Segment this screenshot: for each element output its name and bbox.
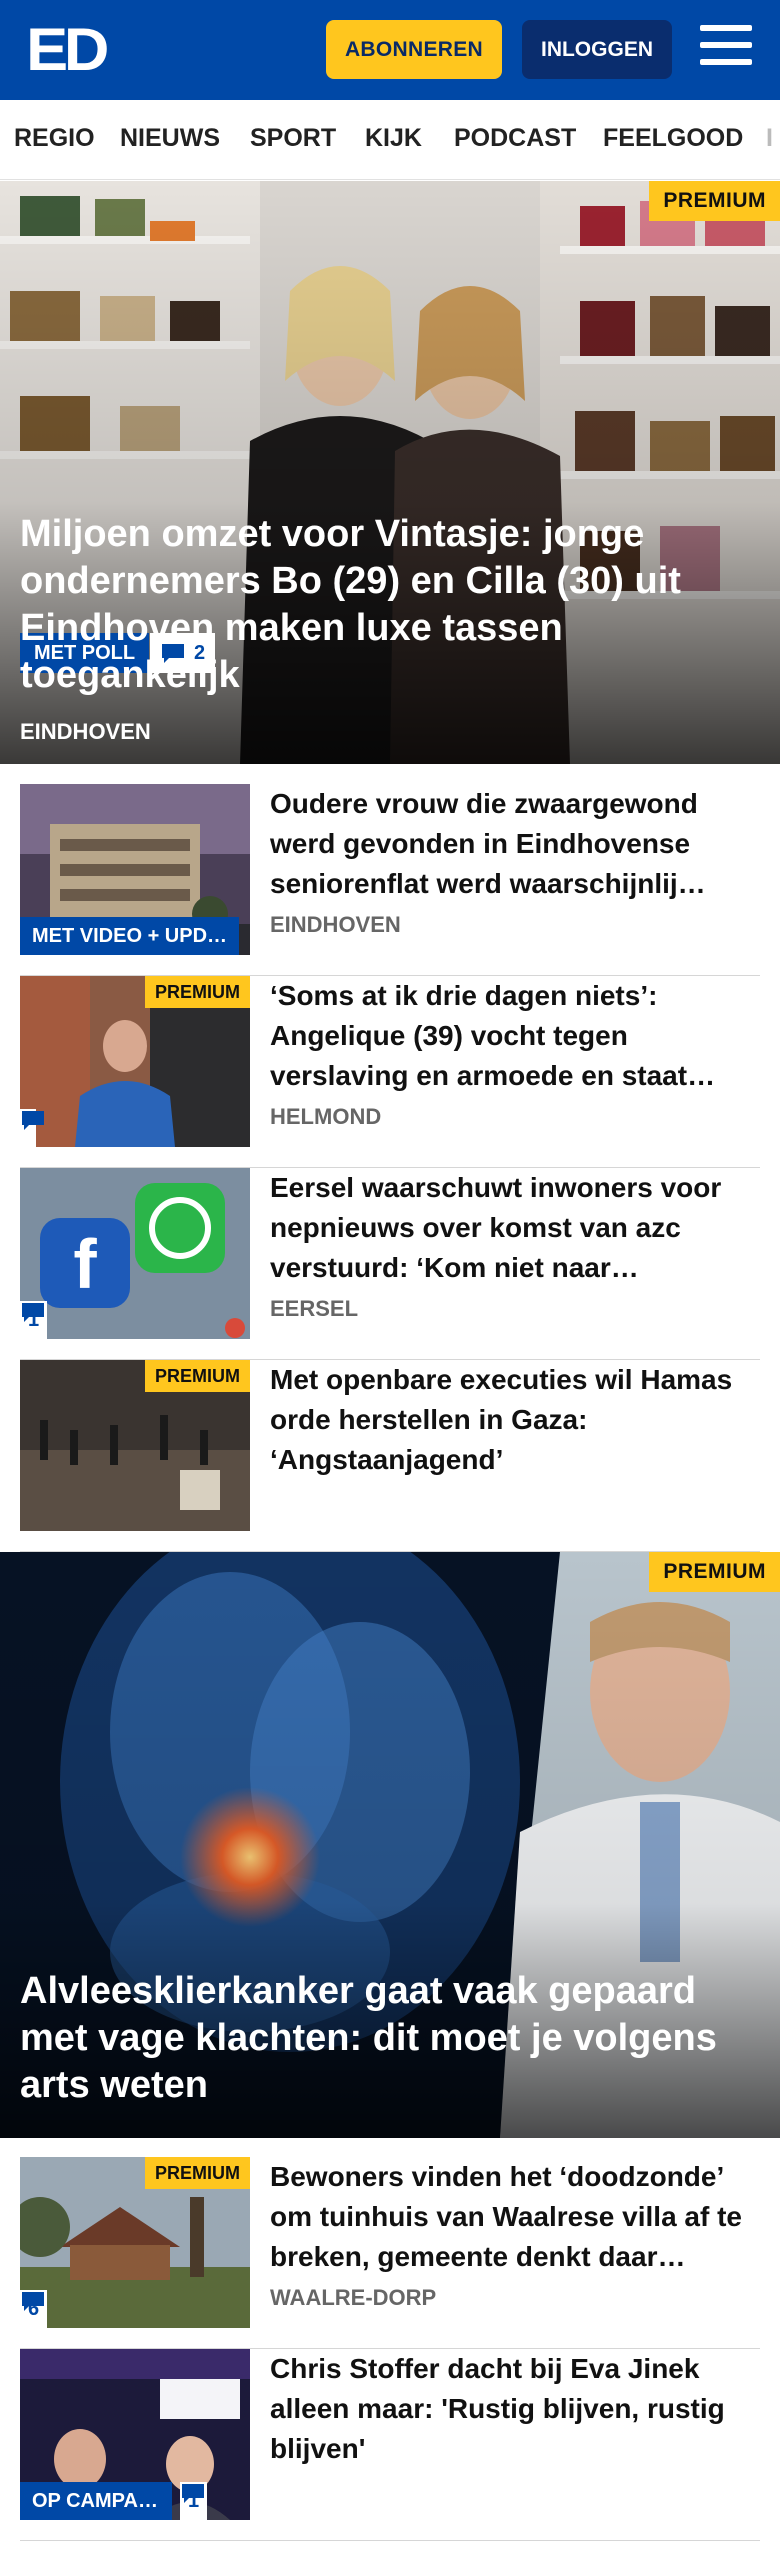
hero-title[interactable]: Alvleesklierkanker gaat vaak gepaard met…	[20, 1968, 750, 2109]
list-item[interactable]: PREMIUM 6 Bewoners vinden het ‘doodzonde…	[20, 2157, 760, 2349]
hero-article[interactable]: PREMIUM MET POLL 2 Miljoen omzet voor Vi…	[0, 181, 780, 764]
comment-count-badge[interactable]: 1	[180, 2482, 208, 2520]
list-item[interactable]: PREMIUM Met openbare executies wil Hamas…	[20, 1360, 760, 1552]
article-region[interactable]: EERSEL	[270, 1296, 358, 1322]
article-title[interactable]: Bewoners vinden het ‘doodzonde’ om tuinh…	[270, 2157, 760, 2277]
comment-icon	[22, 1303, 44, 1322]
article-title[interactable]: Eersel waarschuwt inwoners voor nepnieuw…	[270, 1168, 760, 1288]
list-item[interactable]: PREMIUM ‘Soms at ik drie dagen niets’: A…	[20, 976, 760, 1168]
premium-badge: PREMIUM	[649, 1552, 780, 1592]
comment-icon	[22, 2292, 44, 2311]
hero-title[interactable]: Miljoen omzet voor Vintasje: jonge onder…	[20, 511, 750, 699]
hero-region[interactable]: EINDHOVEN	[20, 719, 151, 745]
site-logo[interactable]: ED	[26, 18, 109, 82]
premium-badge: PREMIUM	[649, 181, 780, 221]
article-region[interactable]: EINDHOVEN	[270, 912, 401, 938]
article-thumbnail: OP CAMPA… 1	[20, 2349, 250, 2520]
site-header: ED ABONNEREN INLOGGEN	[0, 0, 780, 100]
nav-item-more[interactable]: I	[766, 124, 773, 153]
nav-item-podcast[interactable]: PODCAST	[454, 124, 576, 153]
comment-count-badge[interactable]: 6	[20, 2290, 48, 2328]
hero-article[interactable]: PREMIUM Alvleesklierkanker gaat vaak gep…	[0, 1552, 780, 2138]
article-region[interactable]: HELMOND	[270, 1104, 381, 1130]
article-thumbnail: PREMIUM 6	[20, 2157, 250, 2328]
svg-text:f: f	[73, 1225, 97, 1303]
video-badge: MET VIDEO + UPD…	[20, 917, 240, 955]
comment-icon	[182, 2484, 204, 2503]
comment-count-badge[interactable]: 1	[20, 1301, 48, 1339]
article-thumbnail: MET VIDEO + UPD…	[20, 784, 250, 955]
login-button[interactable]: INLOGGEN	[522, 20, 672, 79]
article-thumbnail: f 1	[20, 1168, 250, 1339]
subscribe-button[interactable]: ABONNEREN	[326, 20, 502, 79]
premium-badge: PREMIUM	[145, 2157, 250, 2189]
nav-item-feelgood[interactable]: FEELGOOD	[603, 124, 743, 153]
list-item[interactable]: f 1 Eersel waarschuwt inwoners voor nepn…	[20, 1168, 760, 1360]
nav-item-sport[interactable]: SPORT	[250, 124, 336, 153]
nav-item-nieuws[interactable]: NIEUWS	[120, 124, 220, 153]
campaign-badge: OP CAMPA…	[20, 2482, 172, 2520]
premium-badge: PREMIUM	[145, 1360, 250, 1392]
premium-badge: PREMIUM	[145, 976, 250, 1008]
article-title[interactable]: Met openbare executies wil Hamas orde he…	[270, 1360, 760, 1480]
article-region[interactable]: WAALRE-DORP	[270, 2285, 436, 2311]
list-item[interactable]: MET VIDEO + UPD… Oudere vrouw die zwaarg…	[20, 784, 760, 976]
article-thumbnail: PREMIUM	[20, 976, 250, 1147]
article-title[interactable]: Chris Stoffer dacht bij Eva Jinek alleen…	[270, 2349, 760, 2469]
article-title[interactable]: Oudere vrouw die zwaargewond werd gevond…	[270, 784, 760, 904]
article-title[interactable]: ‘Soms at ik drie dagen niets’: Angelique…	[270, 976, 760, 1096]
section-nav: REGIO NIEUWS SPORT KIJK PODCAST FEELGOOD…	[0, 100, 780, 180]
nav-item-kijk[interactable]: KIJK	[365, 124, 422, 153]
list-item[interactable]: OP CAMPA… 1 Chris Stoffer dacht bij Eva …	[20, 2349, 760, 2541]
menu-icon[interactable]	[700, 25, 752, 71]
nav-item-regio[interactable]: REGIO	[14, 124, 95, 153]
comment-icon	[22, 1111, 44, 1130]
article-thumbnail: PREMIUM	[20, 1360, 250, 1531]
comment-count-badge[interactable]	[20, 1109, 44, 1147]
